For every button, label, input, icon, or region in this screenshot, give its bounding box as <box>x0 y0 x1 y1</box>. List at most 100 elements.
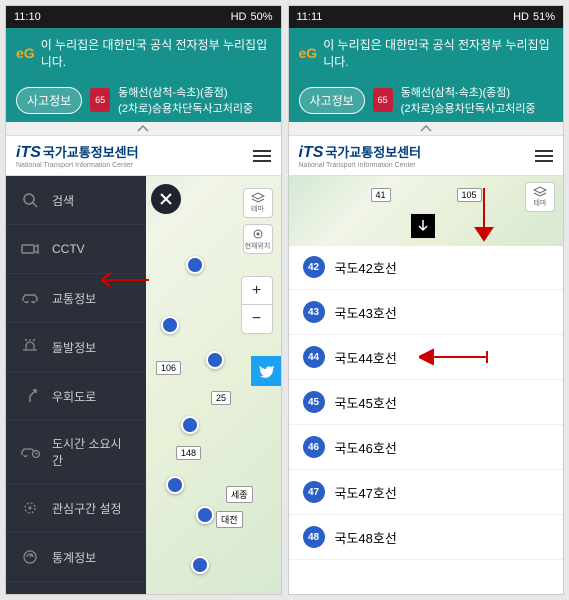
annotation-arrow-icon <box>101 270 151 290</box>
status-right: HD 51% <box>513 11 555 23</box>
download-button[interactable] <box>411 214 435 238</box>
road-name: 국도47호선 <box>335 483 397 502</box>
battery-text: 51% <box>533 11 555 23</box>
theme-label: 테마 <box>534 198 547 208</box>
road-list[interactable]: 41 42 국도42호선 43 국도43호선 44 국도44호선 45 국도45… <box>289 220 564 560</box>
road-item[interactable]: 42 국도42호선 <box>289 245 564 290</box>
accident-line2: (2차로)승용차단독사고처리중 <box>118 100 253 116</box>
road-name: 국도48호선 <box>335 528 397 547</box>
status-time: 11:10 <box>14 11 41 23</box>
accident-button[interactable]: 사고정보 <box>299 87 365 114</box>
zoom-controls: + − <box>241 276 273 334</box>
map-controls: 테마 현재위치 <box>243 188 273 254</box>
sidebar-item-cctv[interactable]: CCTV <box>6 225 146 274</box>
road-item[interactable]: 48 국도48호선 <box>289 515 564 560</box>
location-button[interactable]: 현재위치 <box>243 224 273 254</box>
road-item[interactable]: 47 국도47호선 <box>289 470 564 515</box>
status-right: HD 50% <box>231 11 273 23</box>
accident-bar: 사고정보 65 동해선(삼척-속초)(종점) (2차로)승용차단독사고처리중 <box>6 78 281 122</box>
road-item[interactable]: 45 국도45호선 <box>289 380 564 425</box>
zoom-in-button[interactable]: + <box>242 277 272 305</box>
map-canvas[interactable]: 41 105 테마 <box>289 176 564 246</box>
map-marker[interactable] <box>161 316 179 334</box>
logo-main: 국가교통정보센터 <box>43 142 139 161</box>
accident-info: 동해선(삼척-속초)(종점) (2차로)승용차단독사고처리중 <box>401 84 536 116</box>
sidebar-item-label: 우회도로 <box>52 388 96 405</box>
sidebar-item-label: 관심구간 설정 <box>52 500 122 517</box>
menu-button[interactable] <box>253 150 271 162</box>
accident-button[interactable]: 사고정보 <box>16 87 82 114</box>
car-icon <box>20 288 40 308</box>
theme-button[interactable]: 테마 <box>243 188 273 218</box>
detour-icon <box>20 386 40 406</box>
download-icon <box>417 219 429 233</box>
sidebar-item-interest[interactable]: 관심구간 설정 <box>6 484 146 533</box>
road-name: 국도45호선 <box>335 393 397 412</box>
sidebar-item-search[interactable]: 검색 <box>6 176 146 225</box>
settings-icon <box>20 498 40 518</box>
sidebar-item-detour[interactable]: 우회도로 <box>6 372 146 421</box>
menu-button[interactable] <box>535 150 553 162</box>
app-header: iTS 국가교통정보센터 National Transport Informat… <box>289 136 564 176</box>
collapse-handle[interactable] <box>6 122 281 136</box>
accident-line1: 동해선(삼척-속초)(종점) <box>118 84 253 100</box>
close-button[interactable] <box>151 184 181 214</box>
gov-banner: eG 이 누리집은 대한민국 공식 전자정부 누리집입니다. <box>289 28 564 78</box>
annotation-arrow-down-icon <box>469 186 499 242</box>
collapse-handle[interactable] <box>289 122 564 136</box>
route-badge: 65 <box>373 88 393 112</box>
route-label: 148 <box>176 446 201 460</box>
map-marker[interactable] <box>206 351 224 369</box>
car-clock-icon <box>20 442 40 462</box>
app-header: iTS 국가교통정보센터 National Transport Informat… <box>6 136 281 176</box>
sidebar-item-time[interactable]: 도시간 소요시간 <box>6 421 146 484</box>
road-name: 국도43호선 <box>335 303 397 322</box>
status-bar: 11:11 HD 51% <box>289 6 564 28</box>
close-icon <box>159 192 173 206</box>
map-marker[interactable] <box>196 506 214 524</box>
status-bar: 11:10 HD 50% <box>6 6 281 28</box>
road-item[interactable]: 44 국도44호선 <box>289 335 564 380</box>
battery-text: 50% <box>250 11 272 23</box>
twitter-button[interactable] <box>251 356 281 386</box>
map-marker[interactable] <box>166 476 184 494</box>
road-badge: 47 <box>303 481 325 503</box>
logo-sub: National Transport Information Center <box>16 162 139 169</box>
sidebar-item-label: 검색 <box>52 192 74 209</box>
road-item[interactable]: 46 국도46호선 <box>289 425 564 470</box>
road-badge: 45 <box>303 391 325 413</box>
phone-right: 11:11 HD 51% eG 이 누리집은 대한민국 공식 전자정부 누리집입… <box>288 5 565 595</box>
map-marker[interactable] <box>181 416 199 434</box>
chevron-up-icon <box>420 125 432 133</box>
gov-banner: eG 이 누리집은 대한민국 공식 전자정부 누리집입니다. <box>6 28 281 78</box>
route-label: 106 <box>156 361 181 375</box>
sidebar-item-incident[interactable]: 돌발정보 <box>6 323 146 372</box>
road-name: 국도46호선 <box>335 438 397 457</box>
network-icon: HD <box>231 11 247 23</box>
route-label: 25 <box>211 391 231 405</box>
road-badge: 48 <box>303 526 325 548</box>
sidebar-menu: 검색 CCTV 교통정보 돌발정보 우회도로 도시간 소요시간 <box>6 176 146 595</box>
logo-its: iTS <box>16 144 41 162</box>
logo-area: iTS 국가교통정보센터 National Transport Informat… <box>299 142 422 169</box>
location-label: 현재위치 <box>245 241 271 251</box>
content-area: 41 105 테마 고속도로 국도 41 42 국도42호선 43 <box>289 176 564 595</box>
map-controls: 테마 <box>525 182 555 212</box>
sidebar-item-stats[interactable]: 통계정보 <box>6 533 146 582</box>
content-area: 106 25 148 세종 대전 검색 CCTV 교통정보 <box>6 176 281 595</box>
logo-main: 국가교통정보센터 <box>325 142 421 161</box>
banner-text: 이 누리집은 대한민국 공식 전자정부 누리집입니다. <box>41 36 271 70</box>
sidebar-item-label: CCTV <box>52 242 85 256</box>
theme-button[interactable]: 테마 <box>525 182 555 212</box>
road-badge: 44 <box>303 346 325 368</box>
accident-bar: 사고정보 65 동해선(삼척-속초)(종점) (2차로)승용차단독사고처리중 <box>289 78 564 122</box>
status-time: 11:11 <box>297 11 323 23</box>
road-item[interactable]: 43 국도43호선 <box>289 290 564 335</box>
network-icon: HD <box>513 11 529 23</box>
map-marker[interactable] <box>191 556 209 574</box>
twitter-icon <box>258 364 274 378</box>
sidebar-item-label: 돌발정보 <box>52 339 96 356</box>
zoom-out-button[interactable]: − <box>242 305 272 333</box>
map-marker[interactable] <box>186 256 204 274</box>
cctv-icon <box>20 239 40 259</box>
